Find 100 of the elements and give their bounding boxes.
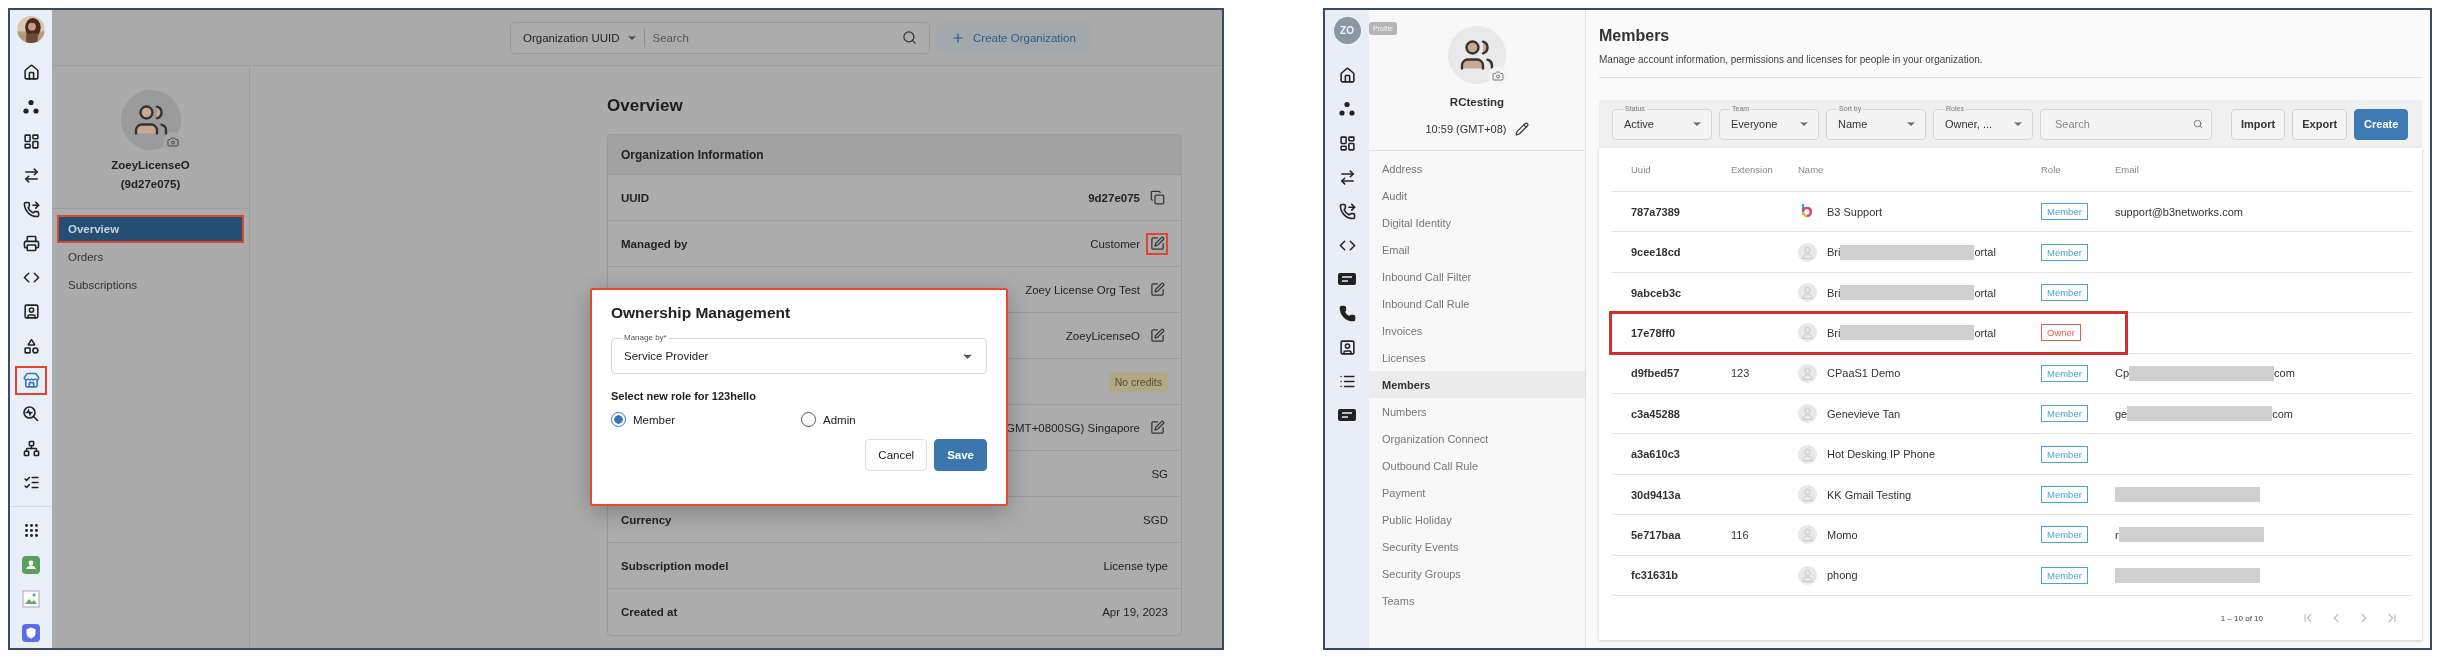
role-radio[interactable]: Member	[611, 412, 801, 427]
table-cell-text: fc31631b	[1630, 569, 1680, 582]
home-icon	[22, 64, 40, 82]
field-value: 9d27e075	[1088, 191, 1140, 204]
action-button[interactable]: Import	[2231, 108, 2286, 140]
search-input[interactable]: Search	[2053, 117, 2193, 132]
group-avatar-icon	[132, 102, 169, 138]
organization-id: (9d27e075)	[120, 177, 181, 192]
name-text: ortal	[1974, 326, 1996, 339]
action-button[interactable]: Export	[2292, 108, 2348, 140]
nav-item[interactable]: Security Groups	[1369, 560, 1585, 587]
last-page-icon	[2385, 611, 2399, 625]
create-button[interactable]: Create	[2354, 108, 2409, 140]
search-field[interactable]: Organization UUID Search	[510, 21, 930, 54]
nav-item[interactable]: Audit	[1369, 182, 1585, 209]
table-cell-text: 30d9413a	[1630, 488, 1682, 501]
cancel-button[interactable]: Cancel	[865, 439, 928, 471]
search-icon	[902, 30, 917, 45]
nav-item[interactable]: Security Events	[1369, 533, 1585, 560]
table-cell-text: c3a45288	[1630, 407, 1681, 420]
name-text: Bri	[1827, 246, 1841, 259]
person-avatar	[1798, 565, 1817, 585]
filter-value: Active	[1624, 118, 1654, 131]
nav-item[interactable]: Outbound Call Rule	[1369, 452, 1585, 479]
field-label: Subscription model	[621, 559, 729, 572]
arrows-icon	[1338, 168, 1356, 186]
nav-item[interactable]: Licenses	[1369, 344, 1585, 371]
role-prompt: Select new role for 123hello	[611, 390, 757, 402]
user-avatar[interactable]: ZO	[1333, 17, 1361, 44]
account-time: 10:59 (GMT+08)	[1425, 123, 1507, 135]
dashboard-icon	[1338, 134, 1356, 152]
nav-item[interactable]: Organization Connect	[1369, 425, 1585, 452]
nav-item[interactable]: Teams	[1369, 587, 1585, 614]
network-icon	[22, 440, 40, 458]
field-value: Zoey License Org Test	[1025, 283, 1140, 296]
person-avatar	[1798, 404, 1817, 424]
edit-button[interactable]	[1146, 232, 1168, 255]
grid-icon	[22, 522, 40, 540]
telephone-icon	[1338, 304, 1356, 322]
field-value: Customer	[1090, 237, 1140, 250]
nav-item[interactable]: Overview	[57, 215, 244, 243]
radio-label: Admin	[823, 413, 856, 426]
person-avatar	[1798, 525, 1817, 545]
create-organization-button[interactable]: Create Organization	[937, 21, 1090, 54]
nav-item[interactable]: Email	[1369, 236, 1585, 263]
nav-item[interactable]: Members	[1369, 371, 1585, 398]
shield-icon	[22, 624, 40, 643]
name-text: Genevieve Tan	[1827, 407, 1901, 420]
phone-icon	[1338, 202, 1356, 220]
table-cell-text: 5e717baa	[1630, 528, 1682, 541]
pagination-range: 1 – 10 of 10	[2220, 613, 2263, 623]
table-cell-text: 123	[1730, 367, 1751, 380]
status-badge: No credits	[1108, 371, 1168, 392]
name-text: Momo	[1827, 528, 1858, 541]
camera-icon[interactable]	[166, 136, 179, 148]
radio-icon[interactable]	[801, 412, 816, 427]
field-value: License type	[1103, 559, 1168, 572]
nav-item[interactable]: Inbound Call Filter	[1369, 263, 1585, 290]
people-app-icon	[22, 556, 40, 575]
nav-item[interactable]: Subscriptions	[57, 271, 244, 299]
nav-item[interactable]: Invoices	[1369, 317, 1585, 344]
home-icon	[1338, 66, 1356, 84]
person-avatar	[1798, 444, 1817, 464]
search-input[interactable]: Search	[650, 30, 902, 45]
page-title: Overview	[607, 96, 684, 116]
scope-select[interactable]: Organization UUID	[523, 31, 626, 44]
field-value: GMT+0800SG) Singapore	[1006, 421, 1140, 434]
broken-image-icon	[22, 590, 40, 609]
magnifier-pulse-icon	[22, 405, 40, 424]
nav-item[interactable]: Public Holiday	[1369, 506, 1585, 533]
filter-value: Name	[1838, 118, 1868, 131]
pencil-icon[interactable]	[1514, 122, 1529, 136]
page-description: Manage account information, permissions and licenses for people in your organization.	[1599, 54, 2422, 78]
nav-item[interactable]: Orders	[57, 243, 244, 271]
role-tag: Member	[2041, 203, 2088, 221]
role-radio[interactable]: Admin	[801, 412, 987, 427]
nav-item[interactable]: Address	[1369, 155, 1585, 182]
person-avatar	[1798, 485, 1817, 504]
role-tag: Owner	[2041, 324, 2081, 342]
save-button[interactable]: Save	[934, 439, 987, 471]
email-text: r	[2115, 528, 2119, 541]
email-text: com	[2274, 367, 2295, 380]
contact-card-icon	[1338, 338, 1356, 356]
search-field[interactable]: Search	[2040, 108, 2212, 140]
camera-icon[interactable]	[1492, 70, 1504, 82]
field-label: Managed by	[621, 237, 688, 250]
organization-name: ZoeyLicenseO	[111, 158, 190, 173]
nav-item[interactable]: Numbers	[1369, 398, 1585, 425]
radio-icon[interactable]	[611, 412, 626, 427]
printer-icon	[22, 235, 40, 253]
radio-label: Member	[633, 413, 676, 426]
email-text: support@b3networks.com	[2115, 205, 2243, 218]
contact-card-icon	[22, 303, 40, 321]
store-icon	[22, 371, 40, 389]
role-tag: Member	[2041, 243, 2088, 261]
nav-item[interactable]: Digital Identity	[1369, 209, 1585, 236]
dialog-title: Ownership Management	[611, 304, 792, 322]
name-text: KK Gmail Testing	[1827, 488, 1912, 501]
nav-item[interactable]: Payment	[1369, 479, 1585, 506]
nav-item[interactable]: Inbound Call Rule	[1369, 290, 1585, 317]
